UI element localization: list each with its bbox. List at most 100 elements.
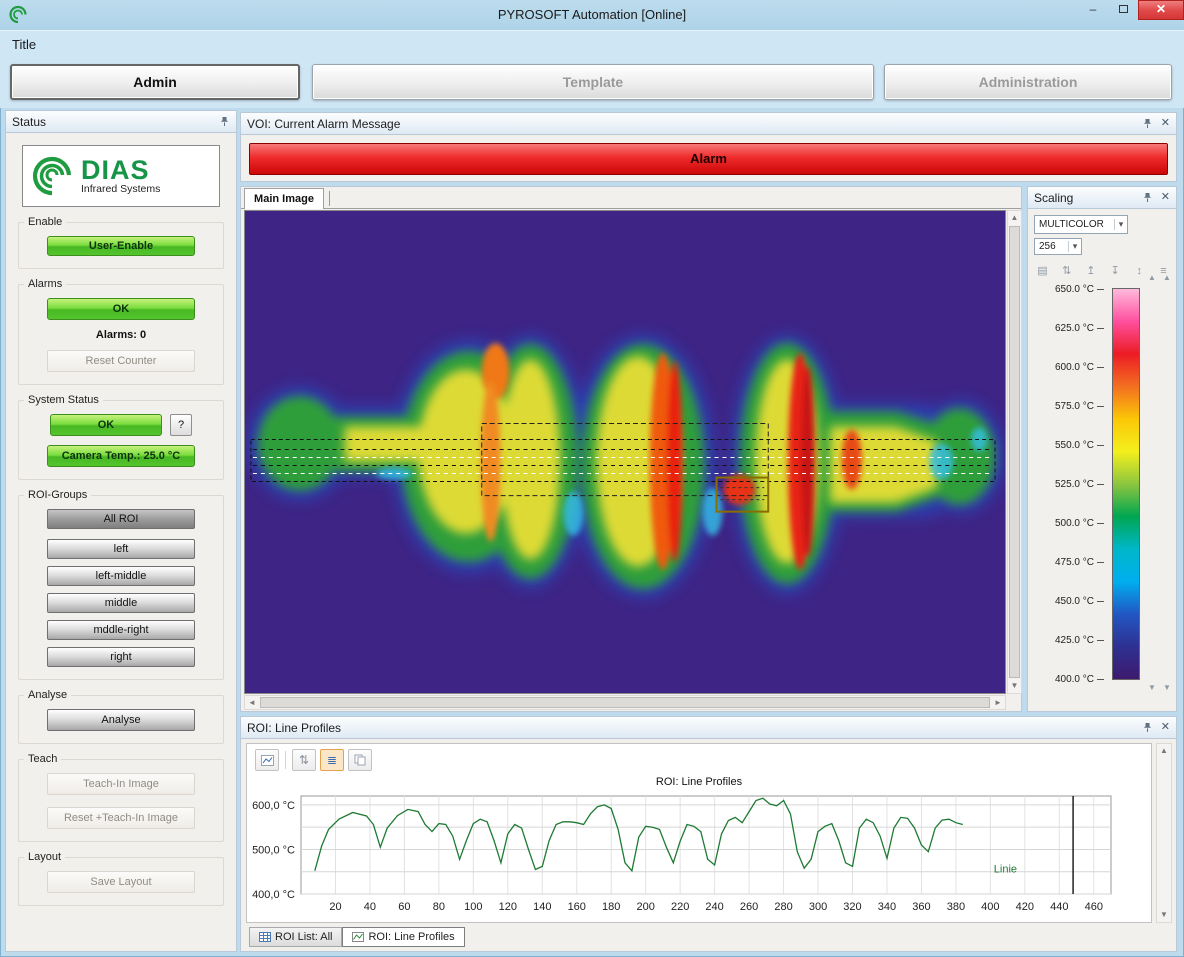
- tab-administration[interactable]: Administration: [884, 64, 1172, 100]
- scale-tick: [1097, 562, 1104, 563]
- svg-text:400,0 °C: 400,0 °C: [252, 889, 295, 901]
- scale-tick: [1097, 679, 1104, 680]
- pin-icon[interactable]: [219, 116, 230, 127]
- roi-group-right[interactable]: right: [47, 647, 195, 667]
- maximize-button[interactable]: [1108, 0, 1138, 20]
- color-scale-bar: [1112, 288, 1140, 680]
- tab-main-image[interactable]: Main Image: [244, 188, 324, 209]
- status-panel-header[interactable]: Status: [6, 111, 236, 133]
- scale-tick: [1097, 328, 1104, 329]
- export-chart-button[interactable]: [255, 749, 279, 771]
- user-enable-button[interactable]: User-Enable: [47, 236, 195, 256]
- scale-shift-up-icon[interactable]: ▲: [1161, 273, 1173, 282]
- chart-icon: [352, 932, 364, 942]
- group-roi-groups: ROI-Groups All ROI left left-middle midd…: [18, 495, 224, 680]
- voi-panel-header[interactable]: VOI: Current Alarm Message ✕: [241, 113, 1176, 135]
- levels-value: 256: [1035, 241, 1068, 252]
- page-title: Title: [12, 37, 36, 52]
- levels-select[interactable]: 256 ▾: [1034, 238, 1082, 255]
- scroll-down-icon[interactable]: ▼: [1008, 679, 1021, 693]
- save-layout-button[interactable]: Save Layout: [47, 871, 195, 893]
- close-button[interactable]: ✕: [1138, 0, 1184, 20]
- camera-temp-button[interactable]: Camera Temp.: 25.0 °C: [47, 445, 195, 467]
- svg-text:340: 340: [878, 901, 896, 913]
- autoscale-icon[interactable]: ⇅: [1058, 263, 1075, 279]
- scale-label: 400.0 °C: [1055, 674, 1094, 685]
- autoscale-button[interactable]: ⇅: [292, 749, 316, 771]
- svg-text:100: 100: [464, 901, 482, 913]
- alarms-ok-button[interactable]: OK: [47, 298, 195, 320]
- list-view-button[interactable]: ≣: [320, 749, 344, 771]
- pin-icon[interactable]: [1142, 118, 1153, 129]
- minimize-button[interactable]: –: [1078, 0, 1108, 20]
- scale-label: 500.0 °C: [1055, 518, 1094, 529]
- scale-label: 525.0 °C: [1055, 479, 1094, 490]
- scale-tick: [1097, 289, 1104, 290]
- close-panel-icon[interactable]: ✕: [1161, 118, 1170, 129]
- teach-in-image-button[interactable]: Teach-In Image: [47, 773, 195, 795]
- group-teach: Teach Teach-In Image Reset +Teach-In Ima…: [18, 759, 224, 842]
- group-teach-label: Teach: [24, 753, 61, 765]
- reset-teach-in-button[interactable]: Reset +Teach-In Image: [47, 807, 195, 829]
- tab-template[interactable]: Template: [312, 64, 874, 100]
- tab-roi-list[interactable]: ROI List: All: [249, 927, 342, 947]
- image-vertical-scrollbar[interactable]: ▲ ▼: [1007, 210, 1022, 694]
- image-horizontal-scrollbar[interactable]: ◄ ►: [244, 695, 1006, 710]
- svg-text:240: 240: [705, 901, 723, 913]
- scroll-up-icon[interactable]: ▲: [1008, 211, 1021, 225]
- group-system-label: System Status: [24, 394, 103, 406]
- profiles-panel-header[interactable]: ROI: Line Profiles ✕: [241, 717, 1176, 739]
- bottom-tabs: ROI List: All ROI: Line Profiles: [249, 927, 465, 947]
- profile-chart[interactable]: 2040608010012014016018020022024026028030…: [249, 788, 1149, 920]
- scale-tick: [1097, 367, 1104, 368]
- scale-shift-down-icon[interactable]: ▼: [1146, 683, 1158, 692]
- copy-chart-button[interactable]: [348, 749, 372, 771]
- roi-group-left[interactable]: left: [47, 539, 195, 559]
- chart-vertical-scrollbar[interactable]: ▲ ▼: [1156, 743, 1172, 923]
- thermal-image[interactable]: [244, 210, 1006, 694]
- system-ok-button[interactable]: OK: [50, 414, 162, 436]
- pin-icon[interactable]: [1142, 192, 1153, 203]
- tab-admin[interactable]: Admin: [10, 64, 300, 100]
- roi-group-middle[interactable]: middle: [47, 593, 195, 613]
- svg-text:200: 200: [637, 901, 655, 913]
- tab-separator: [329, 191, 330, 206]
- scaling-panel-header[interactable]: Scaling ✕: [1028, 187, 1176, 209]
- scale-min-icon[interactable]: ↧: [1107, 263, 1124, 279]
- group-alarms-label: Alarms: [24, 278, 66, 290]
- close-panel-icon[interactable]: ✕: [1161, 722, 1170, 733]
- scroll-up-icon[interactable]: ▲: [1157, 744, 1171, 758]
- roi-group-middle-right[interactable]: mddle-right: [47, 620, 195, 640]
- title-bar[interactable]: PYROSOFT Automation [Online] – ✕: [0, 0, 1184, 30]
- profiles-panel-title: ROI: Line Profiles: [247, 721, 1142, 735]
- svg-text:80: 80: [433, 901, 445, 913]
- scale-max-icon[interactable]: ↥: [1082, 263, 1099, 279]
- scrollbar-thumb[interactable]: [260, 697, 990, 708]
- reset-counter-button[interactable]: Reset Counter: [47, 350, 195, 372]
- voi-panel: VOI: Current Alarm Message ✕ Alarm: [240, 112, 1177, 182]
- palette-select[interactable]: MULTICOLOR ▾: [1034, 215, 1128, 234]
- palette-edit-icon[interactable]: ▤: [1034, 263, 1051, 279]
- analyse-button[interactable]: Analyse: [47, 709, 195, 731]
- close-panel-icon[interactable]: ✕: [1161, 192, 1170, 203]
- help-button[interactable]: ?: [170, 414, 192, 436]
- svg-text:60: 60: [398, 901, 410, 913]
- scroll-right-icon[interactable]: ►: [991, 696, 1005, 709]
- group-enable-label: Enable: [24, 216, 66, 228]
- tab-roi-line-profiles[interactable]: ROI: Line Profiles: [342, 927, 464, 947]
- scrollbar-thumb[interactable]: [1009, 226, 1020, 678]
- roi-group-left-middle[interactable]: left-middle: [47, 566, 195, 586]
- svg-text:600,0 °C: 600,0 °C: [252, 800, 295, 812]
- pin-icon[interactable]: [1142, 722, 1153, 733]
- scale-shift-down-icon[interactable]: ▼: [1161, 683, 1173, 692]
- scroll-left-icon[interactable]: ◄: [245, 696, 259, 709]
- group-layout: Layout Save Layout: [18, 857, 224, 906]
- scale-shift-up-icon[interactable]: ▲: [1146, 273, 1158, 282]
- copy-icon: [354, 754, 366, 766]
- svg-text:500,0 °C: 500,0 °C: [252, 844, 295, 856]
- roi-group-all[interactable]: All ROI: [47, 509, 195, 529]
- scroll-down-icon[interactable]: ▼: [1157, 908, 1171, 922]
- scale-labels: 650.0 °C 625.0 °C 600.0 °C 575.0 °C 550.…: [1028, 283, 1104, 685]
- group-roi-label: ROI-Groups: [24, 489, 91, 501]
- group-enable: Enable User-Enable: [18, 222, 224, 269]
